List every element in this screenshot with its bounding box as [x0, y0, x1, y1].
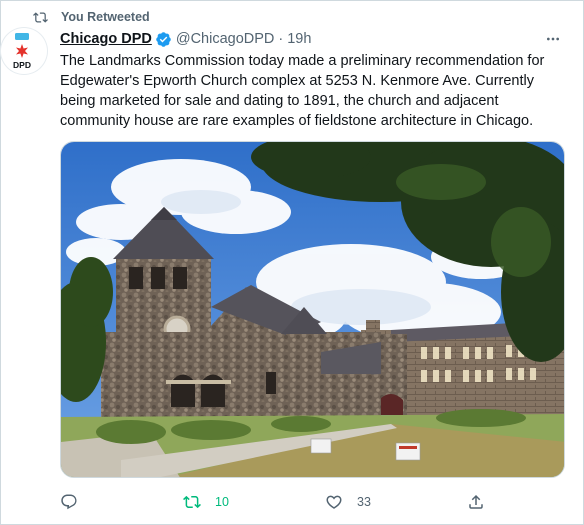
- avatar-text: DPD: [13, 60, 31, 70]
- retweet-icon: [183, 495, 201, 509]
- share-button[interactable]: [467, 491, 485, 513]
- tweet-actions: 10 33: [60, 491, 510, 513]
- tweet-header: Chicago DPD @ChicagoDPD · 19h: [60, 29, 563, 49]
- retweet-icon: [33, 11, 48, 23]
- retweet-context-label: You Retweeted: [61, 10, 150, 24]
- photo-sign-1: [310, 438, 332, 454]
- retweet-context: You Retweeted: [32, 8, 150, 26]
- header-separator: ·: [278, 31, 284, 47]
- more-dots-icon: [547, 37, 559, 41]
- share-icon: [469, 494, 483, 509]
- retweet-count: 10: [215, 495, 229, 509]
- tweet-photo[interactable]: [60, 141, 565, 478]
- tweet-card[interactable]: You Retweeted DPD Chicago DPD @ChicagoDP…: [0, 0, 584, 525]
- like-button[interactable]: 33: [325, 491, 371, 513]
- more-options-button[interactable]: [543, 29, 563, 49]
- heart-icon: [326, 495, 342, 509]
- avatar-flag-stripe: [15, 33, 29, 40]
- avatar[interactable]: DPD: [1, 28, 47, 74]
- author-display-name[interactable]: Chicago DPD: [60, 31, 152, 47]
- church-photo: [61, 142, 564, 477]
- author-handle[interactable]: @ChicagoDPD: [176, 31, 275, 47]
- like-count: 33: [357, 495, 371, 509]
- tweet-text: The Landmarks Commission today made a pr…: [60, 53, 545, 129]
- avatar-star-icon: [16, 44, 28, 58]
- verified-badge-icon: [156, 31, 171, 47]
- reply-icon: [61, 494, 77, 510]
- retweet-button[interactable]: 10: [183, 491, 229, 513]
- tweet-timestamp[interactable]: 19h: [287, 31, 311, 47]
- photo-sign-2: [395, 442, 421, 461]
- reply-button[interactable]: [60, 491, 92, 513]
